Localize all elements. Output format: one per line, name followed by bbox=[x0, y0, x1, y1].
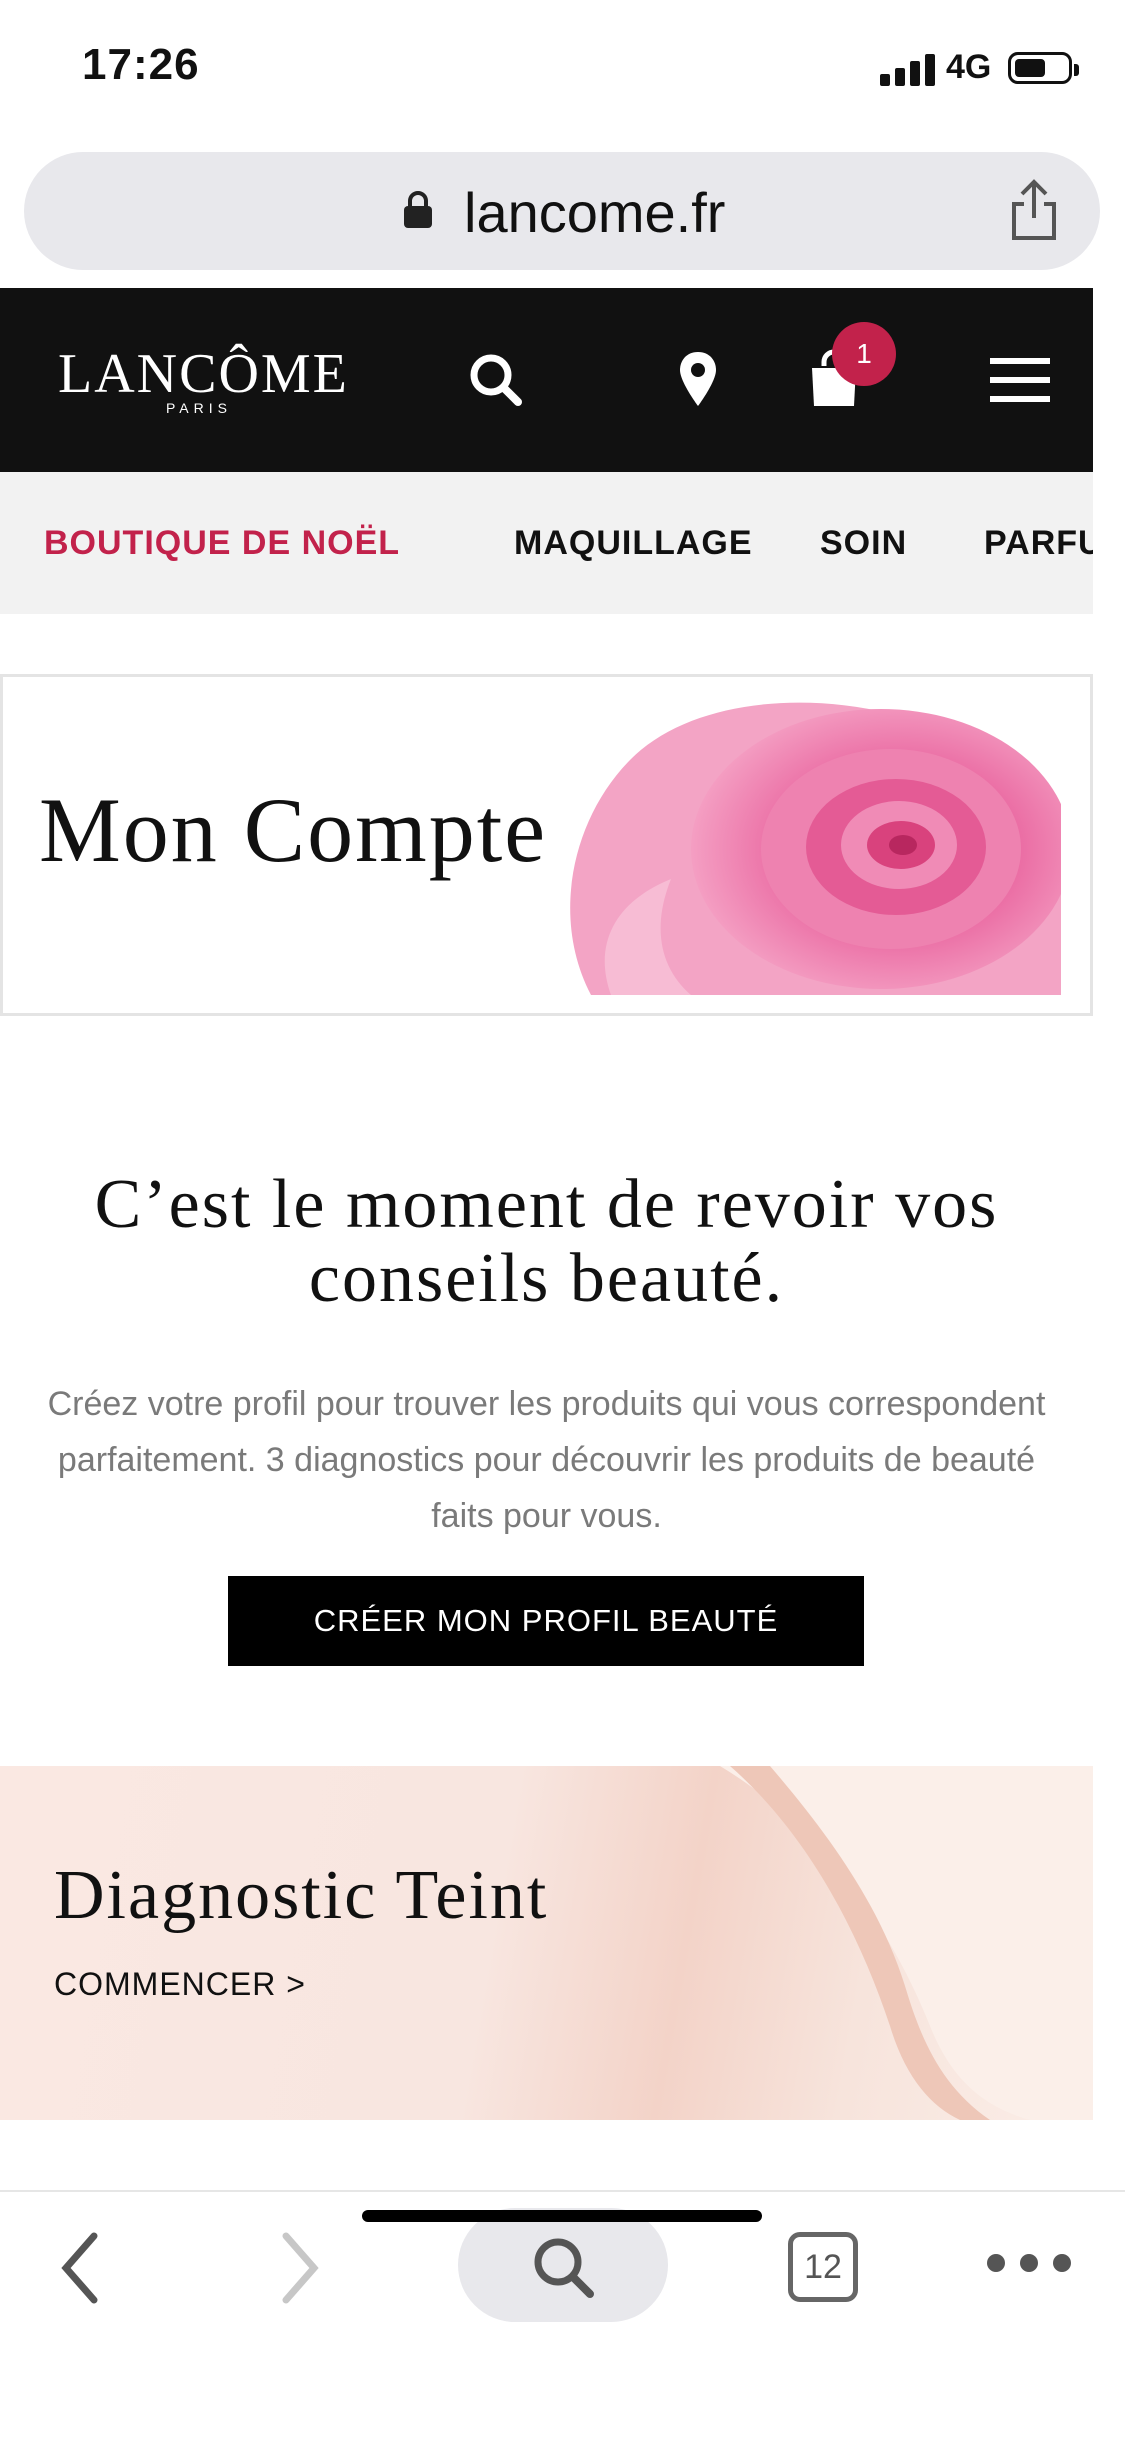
status-bar: 17:26 4G bbox=[0, 0, 1125, 140]
forward-icon[interactable] bbox=[272, 2228, 328, 2308]
more-icon[interactable] bbox=[984, 2248, 1074, 2278]
lock-icon bbox=[404, 191, 432, 228]
menu-icon[interactable] bbox=[984, 344, 1056, 416]
search-icon bbox=[534, 2238, 594, 2298]
site-header: LANCÔME PARIS bbox=[0, 288, 1093, 472]
nav-item-maquillage[interactable]: MAQUILLAGE bbox=[514, 524, 753, 563]
url-text: lancome.fr bbox=[464, 181, 726, 244]
start-link[interactable]: COMMENCER > bbox=[54, 1966, 306, 2003]
description-line-1: Créez votre profil pour trouver les prod… bbox=[47, 1385, 1046, 1423]
address-bar[interactable]: lancome.fr bbox=[24, 152, 1100, 270]
search-icon[interactable] bbox=[460, 344, 532, 416]
cream-texture-image bbox=[720, 1766, 1093, 2120]
section-description: Créez votre profil pour trouver les prod… bbox=[0, 1376, 1093, 1544]
tabs-count-button[interactable]: 12 bbox=[788, 2232, 858, 2302]
battery-icon bbox=[1008, 52, 1079, 84]
create-beauty-profile-button[interactable]: CRÉER MON PROFIL BEAUTÉ bbox=[228, 1576, 864, 1666]
location-pin-icon[interactable] bbox=[662, 344, 734, 416]
share-icon[interactable] bbox=[1006, 178, 1062, 242]
section-headline: C’est le moment de revoir vos conseils b… bbox=[0, 1168, 1093, 1316]
nav-item-boutique-noel[interactable]: BOUTIQUE DE NOËL bbox=[44, 524, 400, 563]
rose-image bbox=[551, 699, 1061, 995]
logo-subtitle: PARIS bbox=[166, 400, 232, 416]
back-icon[interactable] bbox=[52, 2228, 108, 2308]
cart-count-badge: 1 bbox=[832, 322, 896, 386]
browser-toolbar: 12 bbox=[0, 2190, 1125, 2438]
nav-item-soin[interactable]: SOIN bbox=[820, 524, 907, 563]
diagnostic-teint-card[interactable]: Diagnostic Teint COMMENCER > bbox=[0, 1766, 1093, 2120]
account-banner: Mon Compte bbox=[0, 674, 1093, 1016]
diagnostic-title: Diagnostic Teint bbox=[54, 1857, 549, 1934]
headline-line-2: conseils beauté. bbox=[308, 1240, 785, 1317]
toolbar-search-button[interactable] bbox=[458, 2208, 668, 2322]
home-indicator bbox=[362, 2210, 762, 2222]
page-title: Mon Compte bbox=[39, 779, 548, 881]
description-line-2: parfaitement. 3 diagnostics pour découvr… bbox=[57, 1441, 1036, 1479]
network-label: 4G bbox=[946, 48, 992, 86]
nav-item-parfum[interactable]: PARFU bbox=[984, 524, 1093, 563]
status-time: 17:26 bbox=[82, 40, 200, 89]
category-nav: BOUTIQUE DE NOËL MAQUILLAGE SOIN PARFU bbox=[0, 472, 1093, 614]
headline-line-1: C’est le moment de revoir vos bbox=[94, 1166, 999, 1243]
lancome-logo[interactable]: LANCÔME bbox=[58, 342, 349, 406]
signal-icon bbox=[880, 52, 936, 86]
description-line-3: faits pour vous. bbox=[431, 1497, 662, 1535]
